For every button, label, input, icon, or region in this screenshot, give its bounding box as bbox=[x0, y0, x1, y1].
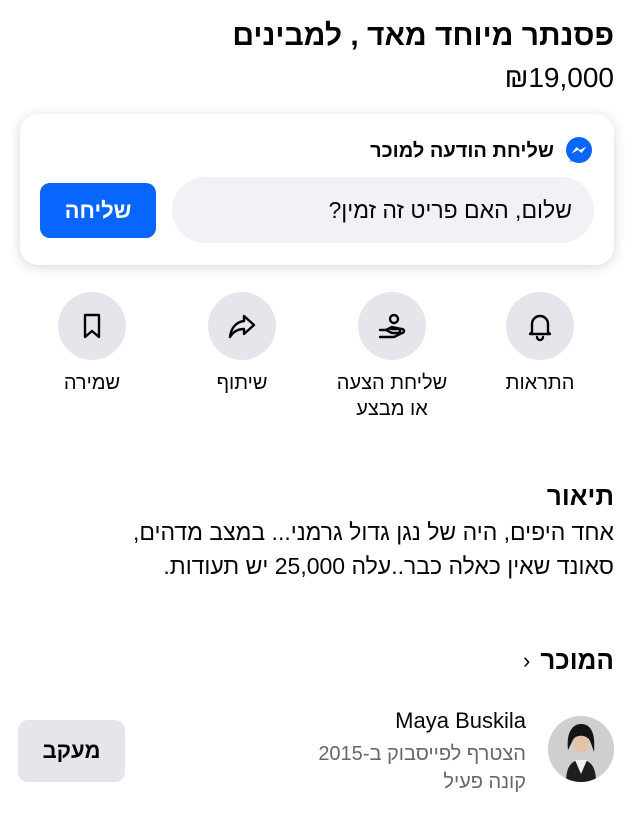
message-card-heading: שליחת הודעה למוכר bbox=[370, 139, 554, 162]
listing-title: פסנתר מיוחד מאד , למבינים bbox=[232, 19, 614, 52]
chevron-icon: ‹ bbox=[523, 647, 531, 673]
follow-button[interactable]: מעקב bbox=[18, 720, 125, 782]
alerts-label: התראות bbox=[505, 372, 575, 394]
message-card-header: שליחת הודעה למוכר bbox=[370, 136, 594, 166]
seller-joined-text: הצטרף לפייסבוק ב-2015 bbox=[318, 743, 526, 765]
seller-name[interactable]: Maya Buskila bbox=[395, 706, 526, 736]
send-button[interactable]: שליחה bbox=[40, 183, 156, 238]
offer-label-line1: שליחת הצעה bbox=[336, 372, 448, 394]
listing-price: ₪19,000 bbox=[504, 62, 614, 93]
alerts-button[interactable]: התראות bbox=[465, 292, 615, 396]
messenger-icon bbox=[566, 137, 592, 163]
offer-button[interactable]: שליחת הצעה או מבצע bbox=[317, 292, 467, 422]
share-label: שיתוף bbox=[216, 372, 268, 394]
share-button[interactable]: שיתוף bbox=[167, 292, 317, 396]
description-text: אחד היפים, היה של נגן גדול גרמני... במצב… bbox=[14, 515, 614, 583]
bookmark-icon bbox=[83, 313, 101, 339]
save-circle[interactable] bbox=[58, 292, 126, 360]
description-heading: תיאור bbox=[546, 481, 614, 511]
save-button[interactable]: שמירה bbox=[17, 292, 167, 396]
save-label: שמירה bbox=[63, 372, 121, 394]
seller-heading: המוכר bbox=[540, 645, 614, 675]
alerts-circle[interactable] bbox=[506, 292, 574, 360]
seller-avatar[interactable] bbox=[548, 716, 614, 782]
avatar-photo bbox=[548, 716, 614, 782]
description-line-2: סאונד שאין כאלה כבר..עלה 25,000 יש תעודו… bbox=[163, 553, 614, 579]
bell-icon bbox=[528, 314, 552, 342]
message-input[interactable]: שלום, האם פריט זה זמין? bbox=[172, 177, 594, 243]
offer-circle[interactable] bbox=[358, 292, 426, 360]
offer-label-line2: או מבצע bbox=[356, 398, 428, 420]
share-circle[interactable] bbox=[208, 292, 276, 360]
hand-offer-icon bbox=[378, 313, 406, 339]
seller-section-header[interactable]: המוכר ‹ bbox=[523, 645, 614, 676]
offer-label: שליחת הצעה או מבצע bbox=[317, 370, 467, 422]
message-seller-card: שליחת הודעה למוכר שלום, האם פריט זה זמין… bbox=[20, 114, 614, 265]
description-line-1: אחד היפים, היה של נגן גדול גרמני... במצב… bbox=[132, 519, 614, 545]
action-row: התראות שליחת הצעה או מבצע שיתוף שמירה bbox=[0, 292, 634, 432]
share-arrow-icon bbox=[228, 314, 256, 339]
seller-status-text: קונה פעיל bbox=[443, 771, 526, 793]
